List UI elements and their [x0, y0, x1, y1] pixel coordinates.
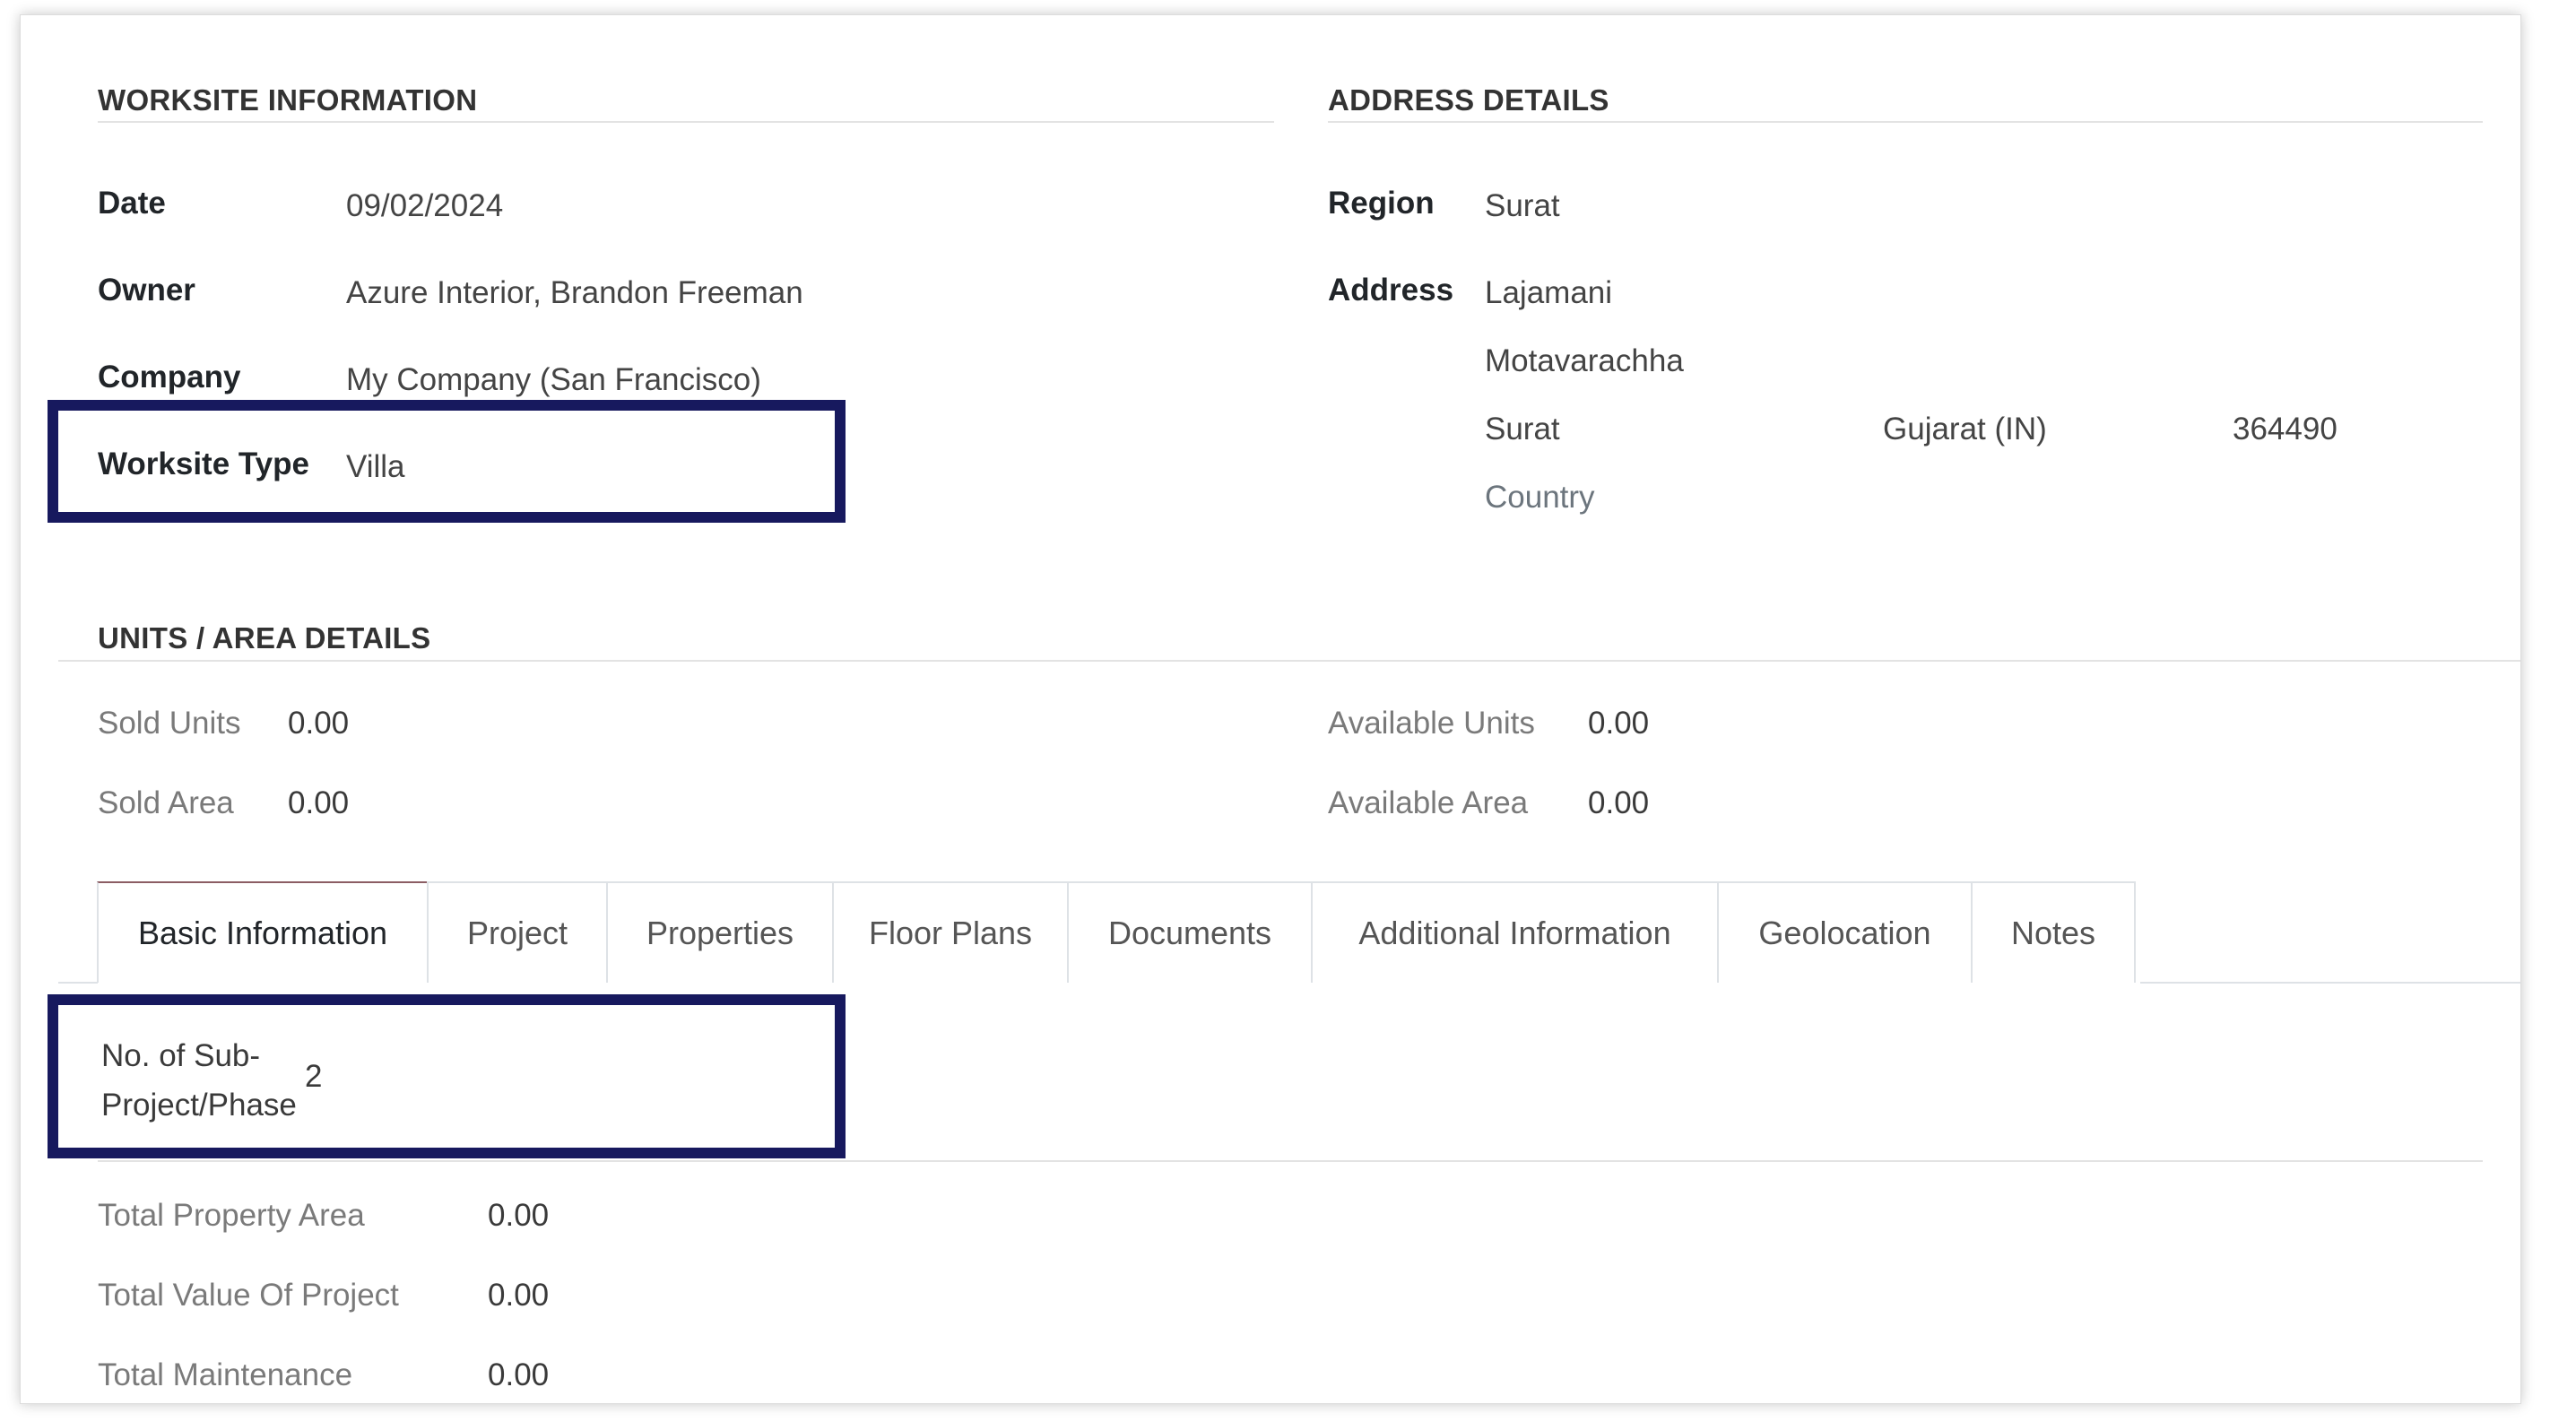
region-label: Region — [1328, 186, 1435, 221]
address-details-divider — [1328, 121, 2483, 123]
available-area-value: 0.00 — [1588, 785, 1650, 820]
tab-additional-information[interactable]: Additional Information — [1311, 881, 1719, 983]
total-maintenance-label: Total Maintenance — [98, 1357, 353, 1392]
basic-information-divider — [98, 1160, 2483, 1162]
region-field[interactable]: Surat — [1485, 188, 1560, 224]
sold-units-label: Sold Units — [98, 706, 241, 741]
owner-field[interactable]: Azure Interior, Brandon Freeman — [346, 275, 803, 311]
date-label: Date — [98, 186, 166, 221]
notebook-tabs: Basic Information Project Properties Flo… — [97, 881, 2136, 983]
tab-properties[interactable]: Properties — [606, 881, 834, 983]
tab-floor-plans[interactable]: Floor Plans — [832, 881, 1069, 983]
units-area-details-title: UNITS / AREA DETAILS — [98, 621, 431, 655]
subproject-highlight-box — [48, 994, 846, 1158]
available-area-label: Available Area — [1328, 785, 1529, 820]
company-field[interactable]: My Company (San Francisco) — [346, 362, 761, 398]
address-details-title: ADDRESS DETAILS — [1328, 83, 1609, 117]
worksite-information-divider — [98, 121, 1274, 123]
country-field[interactable]: Country — [1485, 480, 1595, 516]
sold-area-label: Sold Area — [98, 785, 234, 820]
total-maintenance-value: 0.00 — [488, 1357, 550, 1392]
units-area-divider — [58, 660, 2520, 662]
date-field[interactable]: 09/02/2024 — [346, 188, 503, 224]
address-label: Address — [1328, 273, 1454, 308]
total-property-area-label: Total Property Area — [98, 1198, 365, 1233]
city-field[interactable]: Surat — [1485, 412, 1560, 447]
tabs-baseline-right — [2140, 982, 2520, 984]
owner-label: Owner — [98, 273, 195, 308]
total-value-of-project-label: Total Value Of Project — [98, 1278, 399, 1313]
street-field[interactable]: Lajamani — [1485, 275, 1612, 311]
worksite-type-highlight-box — [48, 400, 846, 523]
worksite-information-title: WORKSITE INFORMATION — [98, 83, 478, 117]
total-value-of-project-value: 0.00 — [488, 1278, 550, 1313]
tab-documents[interactable]: Documents — [1067, 881, 1313, 983]
zip-field[interactable]: 364490 — [2233, 412, 2337, 447]
street2-field[interactable]: Motavarachha — [1485, 343, 1684, 379]
sold-area-value: 0.00 — [288, 785, 350, 820]
available-units-label: Available Units — [1328, 706, 1535, 741]
tab-notes[interactable]: Notes — [1971, 881, 2136, 983]
tab-project[interactable]: Project — [427, 881, 608, 983]
state-field[interactable]: Gujarat (IN) — [1883, 412, 2047, 447]
tabs-baseline-left — [58, 982, 98, 984]
available-units-value: 0.00 — [1588, 706, 1650, 741]
tab-basic-information[interactable]: Basic Information — [97, 881, 429, 983]
worksite-form-card: WORKSITE INFORMATION Date 09/02/2024 Own… — [20, 14, 2521, 1404]
company-label: Company — [98, 360, 241, 395]
sold-units-value: 0.00 — [288, 706, 350, 741]
total-property-area-value: 0.00 — [488, 1198, 550, 1233]
tab-geolocation[interactable]: Geolocation — [1717, 881, 1973, 983]
